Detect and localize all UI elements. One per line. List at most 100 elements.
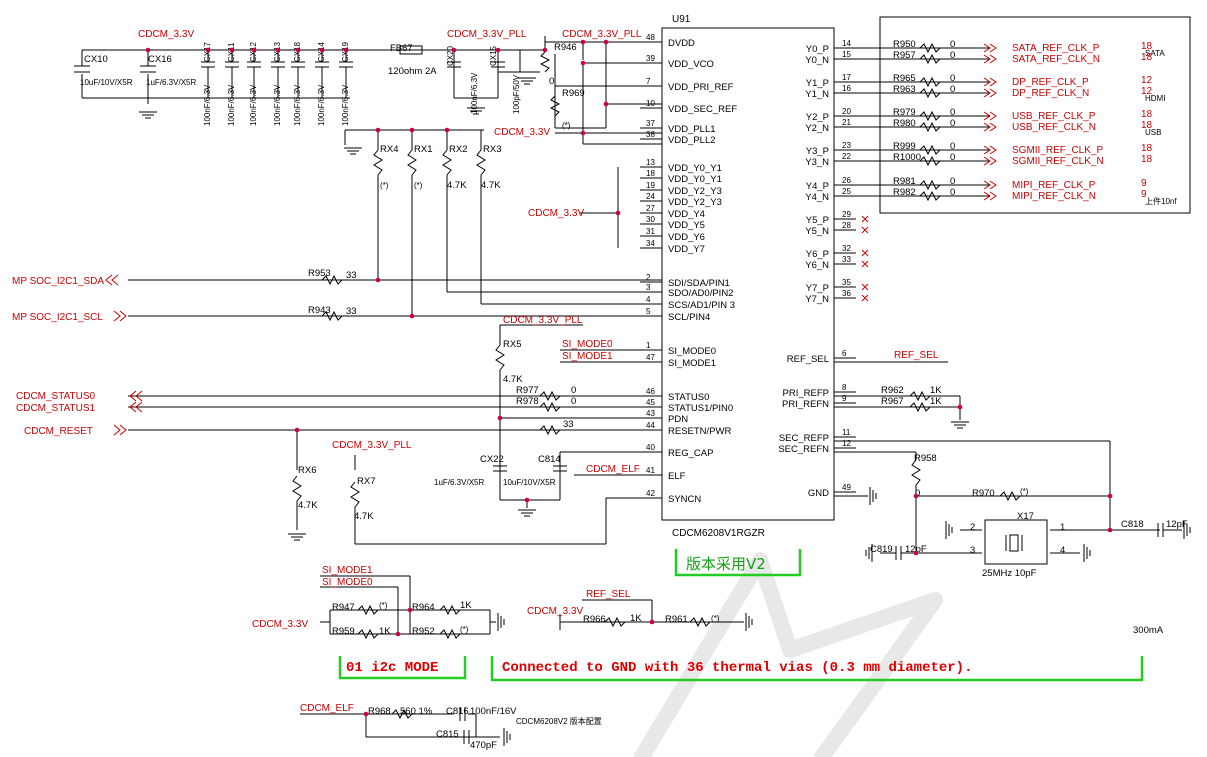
ic-pin-number: 17 — [842, 73, 851, 82]
ic-pin-name: Y5_N — [805, 226, 829, 237]
no-connect-mark — [861, 260, 869, 268]
ic-pin-number: 20 — [842, 107, 851, 116]
ic-pin-name: Y3_P — [806, 146, 829, 157]
junction-dot — [1107, 493, 1113, 499]
output-note: 上件10nf — [1145, 196, 1177, 206]
ic-pin-number: 25 — [842, 187, 851, 196]
c814-ref: C814 — [538, 454, 561, 465]
output-res-value: 0 — [950, 187, 955, 198]
ic-pin-number: 40 — [646, 443, 655, 452]
r958-ref: R958 — [914, 453, 937, 464]
junction-dot — [451, 47, 457, 53]
net-cdcm-3v3-pll1: CDCM_3.3V — [494, 127, 550, 138]
output-page-ref: 12 — [1141, 75, 1153, 86]
watermark — [633, 552, 943, 757]
junction-dot — [375, 277, 381, 283]
ic-pin-number: 4 — [646, 295, 651, 304]
version-note: 版本采用V2 — [686, 555, 766, 573]
ic-pin-number: 6 — [842, 349, 847, 358]
net-cdcm-elf: CDCM_ELF — [586, 464, 640, 475]
gnd-symbol — [138, 111, 158, 119]
ic-pin-number: 48 — [646, 33, 655, 42]
output-net-name: MIPI_REF_CLK_N — [1012, 191, 1096, 202]
cap-c819 — [895, 546, 902, 560]
output-net-name: DP_REF_CLK_P — [1012, 77, 1089, 88]
r952-ref: R952 — [412, 626, 435, 637]
i2c-pullups — [128, 129, 662, 317]
r968-ref: R968 — [368, 706, 391, 717]
net-status1: CDCM_STATUS1 — [16, 403, 96, 414]
r946-ref: R946 — [554, 42, 577, 53]
r962-value: 1K — [930, 385, 942, 396]
ic-pin-name: RESETN/PWR — [668, 426, 731, 437]
net-pll-si: CDCM_3.3V_PLL — [503, 315, 583, 326]
output-net-name: MIPI_REF_CLK_P — [1012, 180, 1096, 191]
ic-pin-number: 11 — [842, 428, 851, 437]
output-res-value: 0 — [950, 73, 955, 84]
rx2-ref: RX2 — [449, 144, 467, 155]
ic-pin-number: 27 — [646, 204, 655, 213]
r953-value: 33 — [346, 270, 357, 281]
config-note: CDCM6208V2 版本配置 — [516, 716, 602, 726]
ic-pin-name: DVDD — [668, 38, 695, 49]
ic-pin-name: Y2_N — [805, 123, 829, 134]
c816-ref: C816 — [446, 706, 469, 717]
ic-pin-name: VDD_Y0_Y1 — [668, 174, 722, 185]
net-cdcm-3v3-pll-top: CDCM_3.3V_PLL — [447, 29, 527, 40]
port-sda-arrow — [105, 274, 119, 286]
ic-pin-number: 43 — [646, 409, 655, 418]
junction-dot — [407, 607, 413, 613]
output-res-value: 0 — [950, 50, 955, 61]
rx4-value: (*) — [380, 181, 389, 190]
ic-pin-number: 3 — [646, 283, 651, 292]
r964-ref: R964 — [412, 602, 435, 613]
ic-refdes: U91 — [672, 14, 691, 25]
ic-pin-number: 47 — [646, 353, 655, 362]
ic-pin-name: Y0_N — [805, 55, 829, 66]
gnd-symbol — [503, 727, 511, 747]
junction-dot — [409, 127, 415, 133]
ic-pin-name: Y7_N — [805, 294, 829, 305]
r969-ref: R969 — [562, 88, 585, 99]
ic-pin-name: SI_MODE0 — [668, 346, 716, 357]
net-i2c-scl: MP SOC_I2C1_SCL — [12, 312, 103, 323]
r977-value: 0 — [571, 385, 576, 396]
no-connect-mark — [861, 283, 869, 291]
junction-dot — [294, 427, 300, 433]
output-net-name: USB_REF_CLK_N — [1012, 122, 1096, 133]
ic-pin-name: Y6_P — [806, 249, 829, 260]
no-connect-mark — [861, 294, 869, 302]
junction-dot — [444, 127, 450, 133]
gnd-symbol — [517, 509, 537, 517]
ic-pin-number: 36 — [842, 289, 851, 298]
output-res-value: 0 — [950, 118, 955, 129]
cx15-value: 100pF/50V — [512, 74, 521, 114]
output-page-ref: 18 — [1141, 143, 1153, 154]
port-scl-arrow — [113, 310, 127, 322]
net-reset: CDCM_RESET — [24, 426, 93, 437]
junction-dot — [1107, 527, 1113, 533]
net-ref-sel: REF_SEL — [894, 350, 939, 361]
net-cdcm-3v3-pll-top2: CDCM_3.3V_PLL — [562, 29, 642, 40]
ic-pin-name: SCS/AD1/PIN 3 — [668, 300, 735, 311]
net-si-mode1: SI_MODE1 — [562, 351, 613, 362]
output-page-ref: 18 — [1141, 52, 1153, 63]
no-connect-mark — [861, 226, 869, 234]
r977-ref: R977 — [516, 385, 539, 396]
junction-dot — [495, 47, 501, 53]
x17-pin1: 1 — [1060, 522, 1065, 533]
ic-pin-number: 7 — [646, 77, 651, 86]
net-ref-sel-strap: REF_SEL — [586, 589, 631, 600]
net-cdcm-3v3-vddy: CDCM_3.3V — [528, 208, 584, 219]
r952-value: (*) — [460, 625, 469, 634]
r978-value: 0 — [571, 396, 576, 407]
r946-value: 0 — [549, 76, 554, 87]
ic-pin-number: 35 — [842, 278, 851, 287]
ic-pin-name: VDD_PRI_REF — [668, 82, 734, 93]
output-res-value: 0 — [950, 176, 955, 187]
fb67-value: 120ohm 2A — [388, 66, 437, 77]
decap-value: 100nF/6.3V — [293, 84, 302, 126]
rx5-ref: RX5 — [503, 339, 521, 350]
output-res-value: 0 — [950, 107, 955, 118]
ic-pin-number: 34 — [646, 239, 655, 248]
